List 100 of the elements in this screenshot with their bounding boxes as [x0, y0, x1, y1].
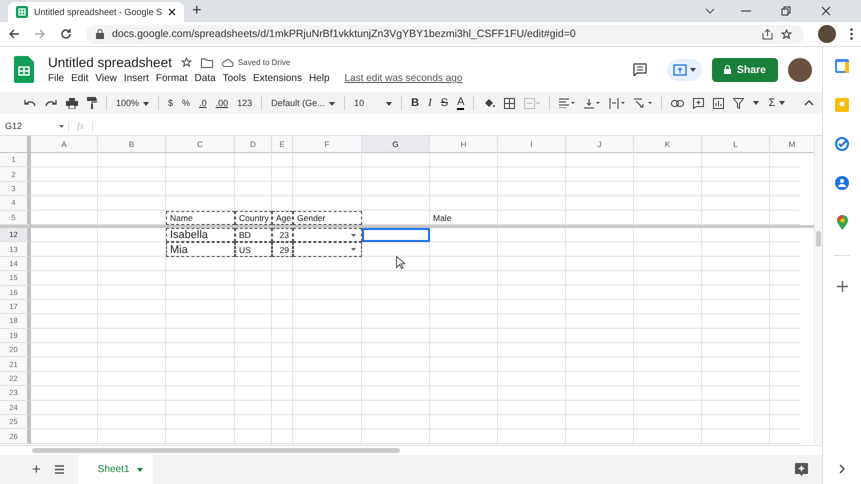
scroll-thumb[interactable]	[32, 448, 400, 453]
more-icon[interactable]	[850, 28, 853, 40]
add-icon[interactable]	[836, 281, 848, 292]
bold-button[interactable]: B	[411, 97, 420, 109]
comment-icon[interactable]	[693, 98, 704, 108]
column-header[interactable]: D	[235, 136, 272, 153]
percent-button[interactable]: %	[182, 98, 190, 108]
column-header[interactable]: A	[31, 136, 98, 153]
print-icon[interactable]	[66, 98, 78, 108]
number-format-dropdown[interactable]: 123	[237, 98, 252, 108]
star-icon[interactable]	[180, 57, 192, 68]
chevron-right-icon[interactable]	[839, 464, 845, 474]
sheet-tab[interactable]: Sheet1	[78, 455, 154, 484]
close-icon[interactable]	[168, 8, 176, 16]
column-header[interactable]: F	[293, 136, 362, 153]
column-header[interactable]: I	[498, 136, 566, 153]
add-sheet-button[interactable]: +	[32, 461, 41, 478]
vertical-align-icon[interactable]	[584, 98, 600, 108]
functions-button[interactable]: Σ	[768, 97, 786, 109]
chart-icon[interactable]	[713, 98, 724, 108]
upload-icon	[672, 64, 687, 76]
decrease-decimal-button[interactable]: .0	[199, 98, 207, 108]
browser-tab[interactable]: Untitled spreadsheet - Google S	[8, 2, 184, 22]
menu-item[interactable]: File	[48, 73, 64, 84]
table-cell: US	[235, 242, 272, 257]
menu-item[interactable]: Insert	[124, 73, 149, 84]
column-header[interactable]: C	[166, 136, 235, 153]
column-header[interactable]: G	[362, 136, 430, 153]
avatar[interactable]	[818, 25, 836, 43]
font-size-dropdown[interactable]: 10	[354, 98, 392, 108]
address-bar[interactable]: docs.google.com/spreadsheets/d/1mkPRjuNrBf1vkktunjZn3VgYBY1bezmi3hl_CSFF1FU/edit#gid=0	[86, 24, 804, 44]
folder-icon[interactable]	[200, 58, 213, 68]
menu-item[interactable]: Tools	[222, 73, 246, 84]
collapse-icon[interactable]	[804, 100, 814, 106]
document-title[interactable]: Untitled spreadsheet	[48, 55, 172, 70]
text-color-button[interactable]: A	[457, 96, 464, 110]
chevron-down-icon[interactable]	[705, 8, 715, 14]
share-button[interactable]: Share	[712, 58, 778, 82]
minimize-icon[interactable]	[741, 10, 751, 12]
share-icon[interactable]	[762, 28, 773, 40]
menu-item[interactable]: Help	[308, 73, 330, 84]
star-icon[interactable]	[781, 28, 792, 40]
save-status: Saved to Drive	[238, 58, 290, 67]
table-cell: Isabella	[166, 228, 235, 242]
calendar-icon[interactable]	[835, 59, 849, 73]
paint-format-icon[interactable]	[87, 97, 97, 109]
dropdown-icon[interactable]	[351, 248, 356, 252]
dropdown-icon[interactable]	[351, 234, 356, 237]
restore-icon[interactable]	[781, 6, 791, 16]
currency-button[interactable]: $	[168, 98, 174, 108]
contacts-icon[interactable]	[835, 176, 849, 190]
increase-decimal-button[interactable]: .00	[216, 98, 228, 108]
column-header[interactable]: K	[634, 136, 702, 153]
strikethrough-button[interactable]: S	[440, 97, 448, 109]
column-header[interactable]: B	[98, 136, 166, 153]
menu-item[interactable]: View	[95, 73, 117, 84]
caret-icon[interactable]	[753, 101, 760, 105]
filter-icon[interactable]	[733, 98, 744, 108]
fill-color-icon[interactable]	[483, 97, 496, 109]
menu-item[interactable]: Format	[156, 73, 188, 84]
last-edit-link[interactable]: Last edit was seconds ago	[344, 73, 462, 84]
column-header[interactable]: L	[702, 136, 770, 153]
back-icon[interactable]	[8, 28, 20, 40]
comment-icon[interactable]	[632, 63, 647, 76]
undo-icon[interactable]	[24, 99, 36, 107]
link-icon[interactable]	[671, 100, 684, 106]
caret-icon	[137, 468, 144, 472]
menu-item[interactable]: Edit	[71, 73, 88, 84]
table-cell[interactable]	[293, 242, 362, 257]
table-cell: BD	[235, 228, 272, 242]
column-header[interactable]: H	[430, 136, 498, 153]
wrap-icon[interactable]	[609, 98, 626, 108]
close-icon[interactable]	[821, 6, 831, 16]
fx-label: fx	[68, 120, 94, 132]
rotate-icon[interactable]	[634, 98, 652, 108]
align-icon[interactable]	[559, 98, 576, 108]
borders-icon[interactable]	[504, 98, 516, 108]
table-cell: 29	[272, 242, 293, 257]
name-box[interactable]: G12	[0, 121, 68, 131]
sheets-logo[interactable]	[14, 56, 34, 83]
present-button[interactable]	[666, 58, 702, 80]
table-cell[interactable]	[293, 228, 362, 242]
tab-title: Untitled spreadsheet - Google S	[34, 7, 162, 17]
menu-item[interactable]: Data	[194, 73, 216, 84]
explore-icon[interactable]	[795, 463, 808, 476]
new-tab-button[interactable]: +	[192, 2, 202, 20]
column-header[interactable]: E	[272, 136, 293, 153]
reload-icon[interactable]	[60, 28, 72, 40]
zoom-dropdown[interactable]: 100%	[116, 98, 150, 108]
map-pin-icon[interactable]	[836, 215, 848, 230]
font-dropdown[interactable]: Default (Ge...	[271, 98, 336, 108]
italic-button[interactable]: I	[428, 97, 432, 109]
avatar[interactable]	[788, 58, 812, 82]
sheet-list-icon[interactable]	[54, 465, 64, 474]
menu-item[interactable]: Extensions	[253, 73, 302, 84]
tasks-icon[interactable]	[835, 137, 849, 151]
scroll-thumb[interactable]	[816, 231, 821, 247]
column-header[interactable]: J	[566, 136, 634, 153]
sheets-icon	[16, 6, 28, 18]
redo-icon[interactable]	[45, 99, 57, 107]
